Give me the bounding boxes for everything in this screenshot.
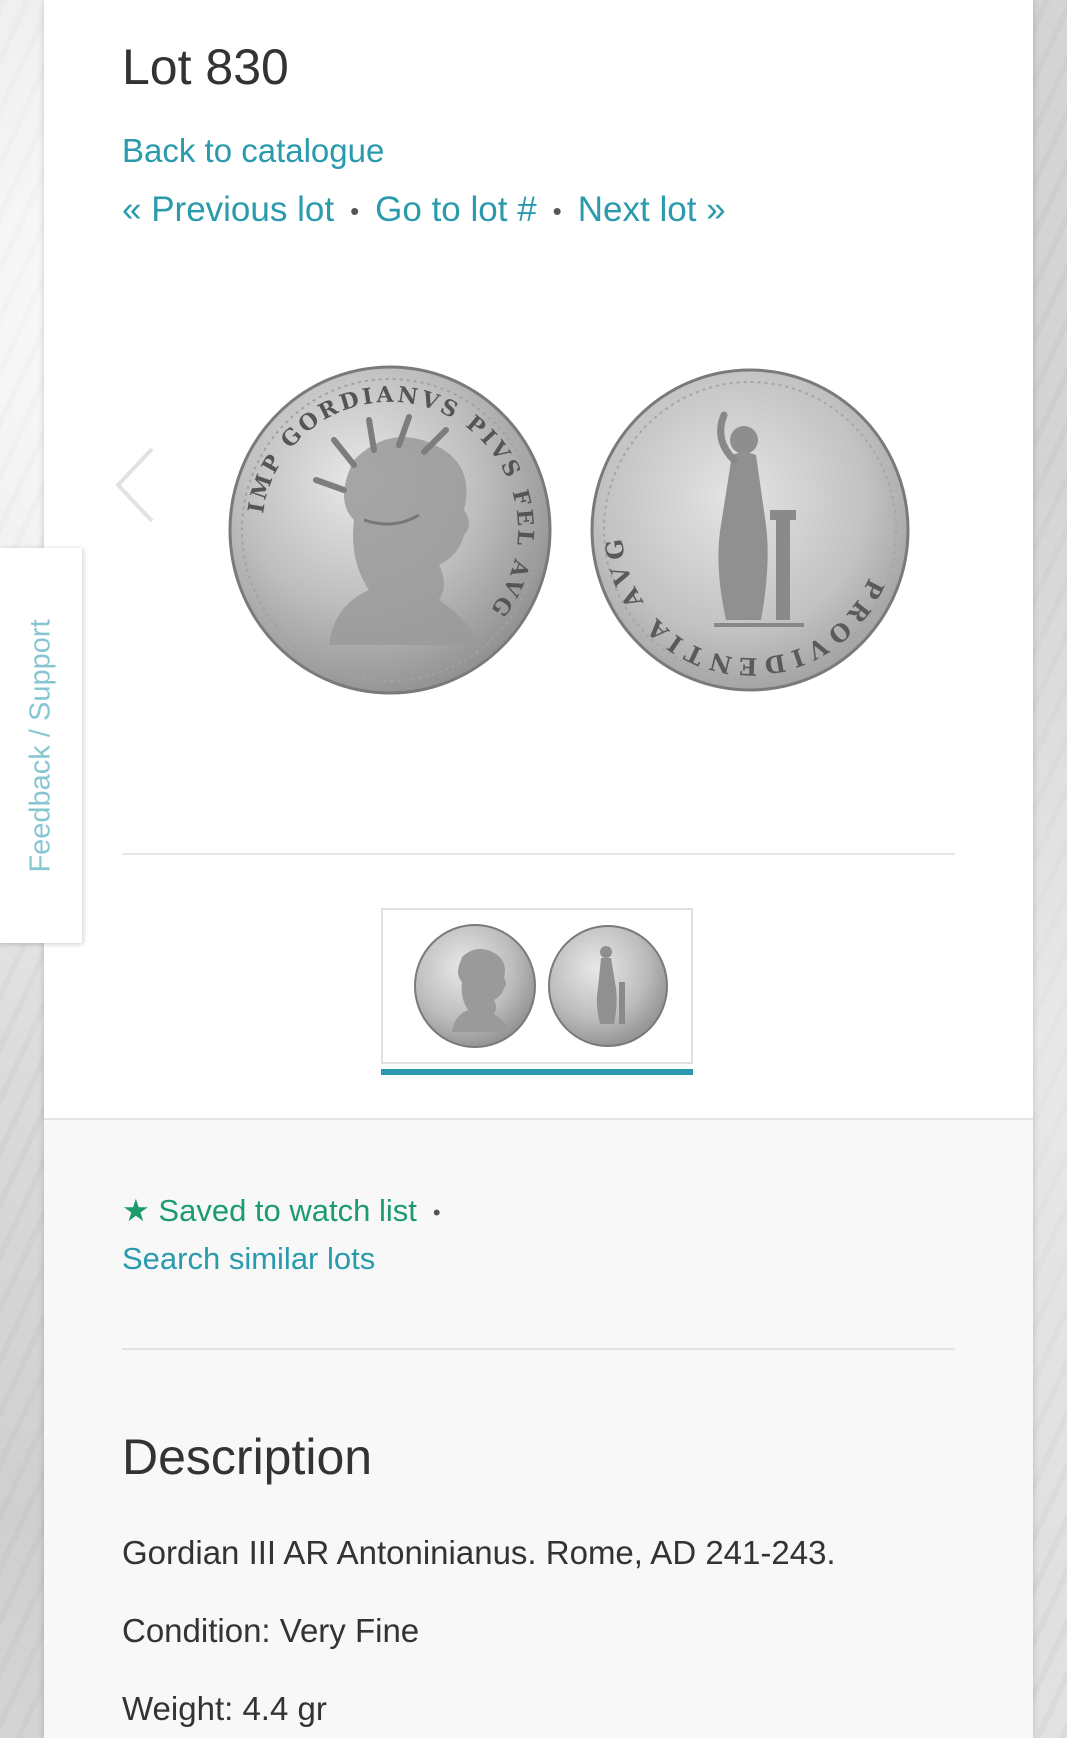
coin-obverse: IMP GORDIANVS PIVS FEL AVG — [228, 365, 552, 695]
image-gallery: IMP GORDIANVS PIVS FEL AVG PROVIDENTIA A… — [44, 340, 1033, 720]
coin-image[interactable]: IMP GORDIANVS PIVS FEL AVG PROVIDENTIA A… — [204, 340, 924, 720]
page-title: Lot 830 — [122, 39, 289, 95]
watch-list-label: Saved to watch list — [158, 1193, 417, 1228]
lot-navigation: « Previous lot • Go to lot # • Next lot » — [122, 190, 726, 230]
coin-reverse: PROVIDENTIA AVG — [590, 368, 910, 692]
lot-card: Lot 830 Back to catalogue « Previous lot… — [44, 0, 1033, 1738]
previous-lot-link[interactable]: « Previous lot — [122, 190, 334, 229]
feedback-support-tab[interactable]: Feedback / Support — [0, 548, 82, 943]
weight-text: Weight: 4.4 gr — [122, 1690, 327, 1727]
chevron-left-icon[interactable] — [112, 445, 158, 525]
watch-list-status[interactable]: ★ Saved to watch list • — [122, 1193, 441, 1229]
thumbnail-active-indicator — [381, 1069, 693, 1075]
next-lot-link[interactable]: Next lot » — [578, 190, 726, 229]
action-separator: • — [432, 1199, 441, 1225]
search-similar-lots-link[interactable]: Search similar lots — [122, 1241, 375, 1277]
divider — [122, 853, 955, 855]
description-heading: Description — [122, 1429, 373, 1485]
lot-header-section: Lot 830 Back to catalogue « Previous lot… — [44, 0, 1033, 1120]
nav-separator: • — [552, 196, 562, 227]
back-to-catalogue-link[interactable]: Back to catalogue — [122, 132, 384, 170]
feedback-support-label: Feedback / Support — [24, 618, 57, 873]
thumbnail[interactable] — [381, 908, 693, 1064]
coin-thumbnail-image — [414, 924, 668, 1048]
divider — [122, 1348, 955, 1350]
nav-separator: • — [350, 196, 360, 227]
condition-text: Condition: Very Fine — [122, 1612, 420, 1649]
star-icon: ★ — [122, 1193, 150, 1228]
description-text: Gordian III AR Antoninianus. Rome, AD 24… — [122, 1534, 836, 1571]
go-to-lot-link[interactable]: Go to lot # — [375, 190, 536, 229]
